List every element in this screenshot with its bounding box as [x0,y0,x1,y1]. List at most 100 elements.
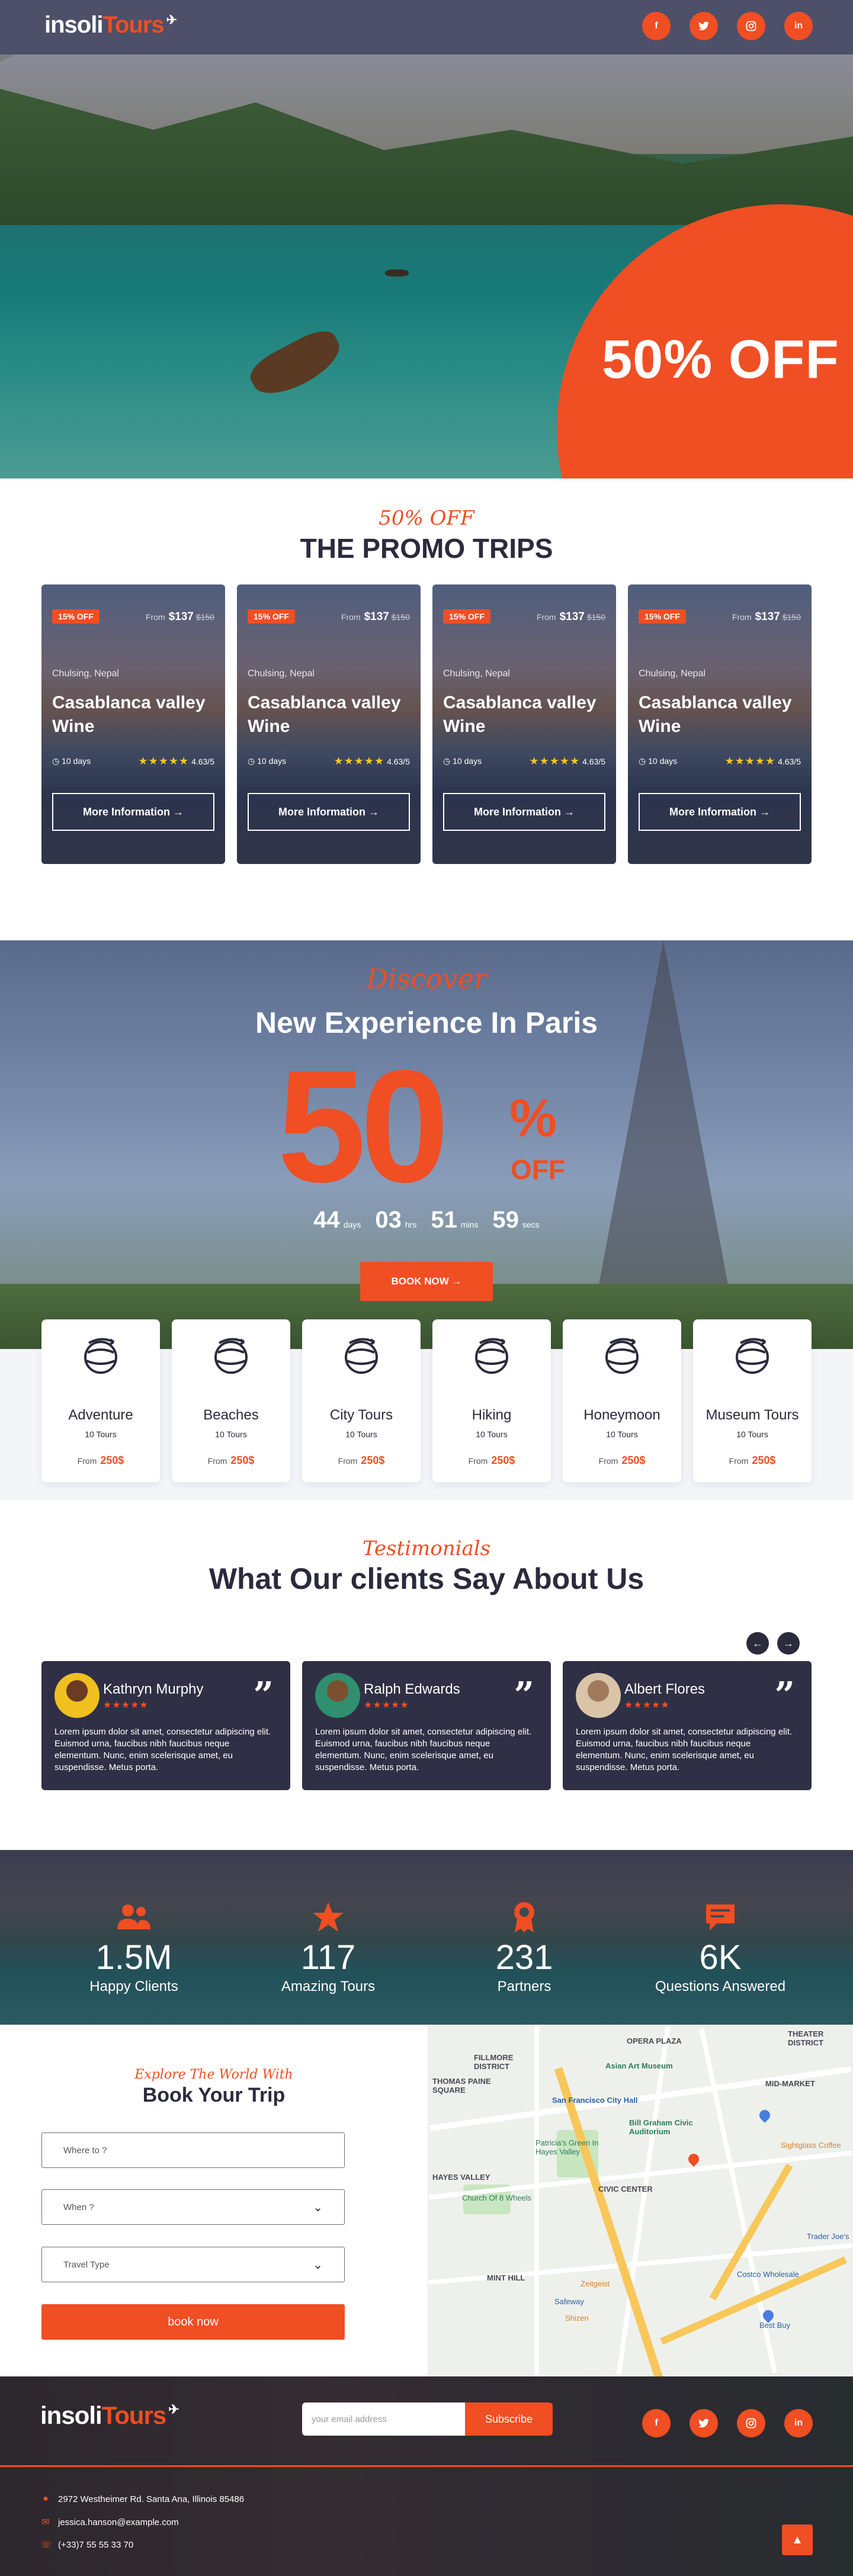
rating-stars-icon: ★★★★★ [333,755,385,767]
stat-value: 117 [300,1938,356,1977]
card-price: From $137 $150 [732,611,801,624]
location-map[interactable]: OPERA PLAZA Asian Art Museum MID-MARKET … [428,2025,853,2376]
promo-card[interactable]: 15% OFF From $137 $150 Chulsing, Nepal Cas… [237,584,421,864]
countdown-value: 03 [375,1207,402,1233]
twitter-icon[interactable] [690,12,718,40]
logo-text-insoli: insoli [44,12,103,38]
phone-text: (+33)7 55 55 33 70 [58,2539,134,2550]
countdown-unit: hrs [405,1220,417,1229]
facebook-icon[interactable]: f [642,2409,671,2437]
logo-text-tours: Tours [102,12,164,38]
chevron-down-icon: ⌄ [313,2258,323,2272]
instagram-icon[interactable] [737,2409,765,2437]
card-meta: ◷ 10 days ★★★★★ 4.63/5 [52,755,214,767]
card-rating: ★★★★★ 4.63/5 [724,755,801,767]
star-icon [313,1902,344,1932]
testimonial-text: Lorem ipsum dolor sit amet, consectetur … [315,1727,532,1772]
map-pin-icon[interactable] [757,2108,772,2123]
category-card-adventure[interactable]: Adventure 10 Tours From 250$ [41,1319,160,1482]
price-value: 250$ [100,1454,124,1466]
footer-divider [0,2465,853,2467]
testimonial-cards: Kathryn Murphy ★★★★★ ” Lorem ipsum dolor… [41,1661,812,1790]
map-label: Safeway [554,2297,584,2306]
promo-card[interactable]: 15% OFF From $137 $150 Chulsing, Nepal Cas… [41,584,225,864]
testimonial-author: Ralph Edwards [364,1681,460,1697]
destination-input[interactable]: Where to ? [41,2132,345,2168]
clock-icon: ◷ [639,756,646,766]
testimonials-title: What Our clients Say About Us [209,1562,644,1595]
price-current: $137 [755,611,780,623]
category-card-hiking[interactable]: Hiking 10 Tours From 250$ [432,1319,551,1482]
category-tour-count: 10 Tours [476,1430,508,1439]
countdown-unit: mins [460,1220,479,1229]
facebook-icon[interactable]: f [642,12,671,40]
site-logo[interactable]: insoli Tours ✈ [44,12,177,38]
email-input[interactable]: your email address [302,2402,465,2436]
testimonial-card: Kathryn Murphy ★★★★★ ” Lorem ipsum dolor… [41,1661,290,1790]
promo-card[interactable]: 15% OFF From $137 $150 Chulsing, Nepal Cas… [432,584,616,864]
linkedin-icon[interactable]: in [784,2409,813,2437]
category-price: From 250$ [172,1454,290,1467]
map-pin-icon[interactable] [686,2151,701,2167]
promo-card[interactable]: 15% OFF From $137 $150 Chulsing, Nepal Cas… [628,584,812,864]
travel-type-placeholder: Travel Type [63,2259,110,2270]
card-location: Chulsing, Nepal [248,669,315,679]
price-old: $150 [195,612,214,622]
scroll-to-top-button[interactable]: ▲ [782,2524,813,2555]
more-information-button[interactable]: More Information → [248,793,410,831]
card-title: Casablanca valley Wine [52,693,206,736]
footer-social-links: f in [642,2409,813,2437]
footer-logo[interactable]: insoli Tours ✈ [40,2401,179,2430]
footer-address: ● 2972 Westheimer Rd. Santa Ana, Illinois… [40,2494,244,2504]
card-meta: ◷ 10 days ★★★★★ 4.63/5 [443,755,605,767]
card-duration: ◷ 10 days [248,756,286,766]
rating-stars-icon: ★★★★★ [529,755,581,767]
avatar [315,1673,360,1718]
date-select[interactable]: When ? ⌄ [41,2189,345,2225]
map-label: MID-MARKET [765,2079,815,2088]
percent-sign: % [509,1089,557,1148]
price-from-label: From [729,1456,749,1466]
book-now-button[interactable]: BOOK NOW → [360,1262,493,1301]
arrow-right-icon[interactable]: → [777,1632,800,1655]
stat-value: 1.5M [95,1938,172,1977]
testimonial-card: Albert Flores ★★★★★ ” Lorem ipsum dolor … [563,1661,812,1790]
map-highway [554,2067,665,2376]
arrow-left-icon[interactable]: ← [746,1632,769,1655]
price-from-label: From [338,1456,358,1466]
linkedin-icon[interactable]: in [784,12,813,40]
category-card-beaches[interactable]: Beaches 10 Tours From 250$ [172,1319,290,1482]
plane-icon: ✈ [166,12,177,27]
more-information-button[interactable]: More Information → [52,793,214,831]
category-card-museum-tours[interactable]: Museum Tours 10 Tours From 250$ [693,1319,812,1482]
stat-label: Happy Clients [89,1978,178,1994]
twitter-icon[interactable] [690,2409,718,2437]
category-card-city-tours[interactable]: City Tours 10 Tours From 250$ [302,1319,421,1482]
footer-email[interactable]: ✉ jessica.hanson@example.com [40,2516,178,2528]
date-placeholder: When ? [63,2202,94,2212]
book-trip-button[interactable]: book now [41,2304,345,2340]
category-card-honeymoon[interactable]: Honeymoon 10 Tours From 250$ [563,1319,681,1482]
avatar [576,1673,621,1718]
category-price: From 250$ [41,1454,160,1467]
quote-icon: ” [514,1675,534,1716]
avatar [54,1673,100,1718]
footer-phone[interactable]: ☏ (+33)7 55 55 33 70 [40,2539,133,2551]
travel-type-select[interactable]: Travel Type ⌄ [41,2247,345,2282]
discount-badge: 15% OFF [52,609,100,624]
instagram-icon[interactable] [737,12,765,40]
duration-text: 10 days [648,756,678,766]
discount-badge: 15% OFF [443,609,490,624]
more-information-button[interactable]: More Information → [443,793,605,831]
address-text: 2972 Westheimer Rd. Santa Ana, Illinois … [58,2494,245,2504]
more-information-button[interactable]: More Information → [639,793,801,831]
discount-badge: 15% OFF [639,609,686,624]
price-old: $150 [586,612,605,622]
countdown-days: 44 days [313,1207,361,1234]
testimonial-carousel-controls: ← → [746,1632,800,1655]
subscribe-button[interactable]: Subscribe [465,2402,553,2436]
globe-plane-icon [345,1338,378,1374]
price-from-label: From [145,612,165,622]
quote-icon: ” [774,1675,795,1716]
promo-script-title: 50% OFF [379,506,474,530]
